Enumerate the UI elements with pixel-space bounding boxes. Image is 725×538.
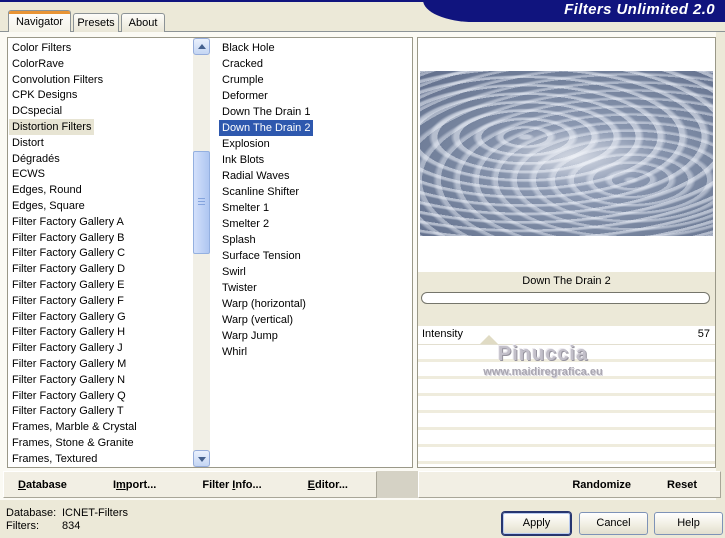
category-list-item[interactable]: Edges, Square bbox=[9, 198, 88, 214]
category-list-item[interactable]: Filter Factory Gallery M bbox=[9, 356, 129, 372]
toolbar-left: Database Import... Filter Info... Editor… bbox=[3, 471, 377, 498]
category-list-item[interactable]: Filter Factory Gallery E bbox=[9, 277, 127, 293]
filter-list-item[interactable]: Splash bbox=[219, 232, 259, 248]
toolbar-gap bbox=[377, 471, 418, 498]
filter-list-item[interactable]: Down The Drain 2 bbox=[219, 120, 314, 136]
filter-list-item[interactable]: Explosion bbox=[219, 136, 273, 152]
scrollbar-thumb[interactable] bbox=[193, 151, 210, 254]
toolbar-right: Randomize Reset bbox=[418, 471, 721, 498]
lists-panel: Color Filters ColorRave Convolution Filter… bbox=[7, 37, 413, 468]
database-status-value: ICNET-Filters bbox=[62, 507, 128, 519]
filter-info-button[interactable]: Filter Info... bbox=[202, 479, 261, 491]
apply-button[interactable]: Apply bbox=[502, 512, 571, 535]
cancel-button[interactable]: Cancel bbox=[579, 512, 648, 535]
filter-list-item[interactable]: Cracked bbox=[219, 56, 266, 72]
filter-list-item[interactable]: Warp (horizontal) bbox=[219, 296, 309, 312]
caption-block: Down The Drain 2 bbox=[418, 272, 715, 326]
reset-button[interactable]: Reset bbox=[667, 479, 697, 491]
filter-list-item[interactable]: Radial Waves bbox=[219, 168, 292, 184]
category-list-item[interactable]: Distortion Filters bbox=[9, 118, 95, 135]
filter-preview-image bbox=[420, 71, 713, 236]
filters-unlimited-dialog: Filters Unlimited 2.0 Navigator Presets … bbox=[0, 0, 725, 538]
category-list[interactable]: Color Filters ColorRave Convolution Filter… bbox=[9, 40, 192, 465]
navigator-tab-page: Color Filters ColorRave Convolution Filter… bbox=[0, 31, 725, 500]
filter-list-item[interactable]: Down The Drain 1 bbox=[219, 104, 313, 120]
category-list-item[interactable]: Distort bbox=[9, 135, 47, 151]
category-list-item[interactable]: Filter Factory Gallery D bbox=[9, 261, 128, 277]
category-list-item[interactable]: Frames, Textured bbox=[9, 451, 100, 465]
status-bar: Database: ICNET-Filters Filters: 834 App… bbox=[0, 500, 725, 538]
filter-list-item[interactable]: Black Hole bbox=[219, 40, 278, 56]
filter-list[interactable]: Black Hole Cracked Crumple Deformer Down The… bbox=[219, 40, 409, 465]
filter-list-item[interactable]: Surface Tension bbox=[219, 248, 304, 264]
category-list-item[interactable]: ColorRave bbox=[9, 56, 67, 72]
category-list-item[interactable]: Frames, Marble & Crystal bbox=[9, 419, 140, 435]
preview-caption: Down The Drain 2 bbox=[522, 275, 611, 287]
category-list-item[interactable]: Filter Factory Gallery N bbox=[9, 372, 128, 388]
tab-navigator[interactable]: Navigator bbox=[8, 10, 71, 32]
page-margin bbox=[716, 32, 725, 500]
category-list-item[interactable]: Filter Factory Gallery J bbox=[9, 340, 126, 356]
parameter-rows bbox=[418, 345, 715, 467]
filters-count-value: 834 bbox=[62, 520, 81, 532]
help-button[interactable]: Help bbox=[654, 512, 723, 535]
category-list-item[interactable]: Color Filters bbox=[9, 40, 74, 56]
filter-list-item[interactable]: Warp (vertical) bbox=[219, 312, 296, 328]
filter-list-item[interactable]: Smelter 2 bbox=[219, 216, 272, 232]
editor-button[interactable]: Editor... bbox=[308, 479, 348, 491]
category-list-item[interactable]: Convolution Filters bbox=[9, 72, 106, 88]
filter-list-item[interactable]: Scanline Shifter bbox=[219, 184, 302, 200]
title-banner: Filters Unlimited 2.0 bbox=[423, 0, 725, 22]
scroll-down-icon[interactable] bbox=[193, 450, 210, 467]
category-list-item[interactable]: ECWS bbox=[9, 166, 48, 182]
category-list-item[interactable]: Dégradés bbox=[9, 151, 63, 167]
filters-count-label: Filters: bbox=[6, 520, 39, 532]
randomize-button[interactable]: Randomize bbox=[572, 479, 631, 491]
intensity-label: Intensity bbox=[422, 328, 463, 340]
scroll-up-icon[interactable] bbox=[193, 38, 210, 55]
filter-list-item[interactable]: Deformer bbox=[219, 88, 271, 104]
category-list-item[interactable]: Edges, Round bbox=[9, 182, 85, 198]
category-list-item[interactable]: DCspecial bbox=[9, 103, 65, 119]
filter-list-item[interactable]: Ink Blots bbox=[219, 152, 267, 168]
category-list-item[interactable]: Frames, Stone & Granite bbox=[9, 435, 137, 451]
category-list-item[interactable]: Filter Factory Gallery C bbox=[9, 245, 128, 261]
filter-list-item[interactable]: Smelter 1 bbox=[219, 200, 272, 216]
intensity-slider-row[interactable]: Intensity 57 bbox=[418, 326, 715, 345]
category-list-item[interactable]: Filter Factory Gallery Q bbox=[9, 388, 129, 404]
category-list-item[interactable]: Filter Factory Gallery T bbox=[9, 403, 127, 419]
tab-about[interactable]: About bbox=[121, 13, 165, 32]
category-list-item[interactable]: Filter Factory Gallery F bbox=[9, 293, 127, 309]
preview-panel: Down The Drain 2 Intensity 57 Pinuccia w… bbox=[417, 37, 716, 468]
category-scrollbar[interactable] bbox=[193, 38, 210, 467]
filter-list-item[interactable]: Crumple bbox=[219, 72, 267, 88]
filter-list-item[interactable]: Whirl bbox=[219, 344, 250, 360]
tab-presets[interactable]: Presets bbox=[73, 13, 119, 32]
category-list-item[interactable]: Filter Factory Gallery A bbox=[9, 214, 127, 230]
import-button[interactable]: Import... bbox=[113, 479, 156, 491]
database-status-label: Database: bbox=[6, 507, 57, 519]
intensity-value: 57 bbox=[697, 328, 710, 340]
filter-list-item[interactable]: Swirl bbox=[219, 264, 249, 280]
intensity-thumb[interactable] bbox=[480, 335, 498, 344]
database-button[interactable]: Database bbox=[18, 479, 67, 491]
category-list-item[interactable]: Filter Factory Gallery G bbox=[9, 309, 129, 325]
progress-bar bbox=[421, 292, 710, 304]
app-title: Filters Unlimited 2.0 bbox=[564, 1, 715, 18]
filter-list-item[interactable]: Warp Jump bbox=[219, 328, 281, 344]
category-list-item[interactable]: Filter Factory Gallery B bbox=[9, 230, 127, 246]
filter-list-item[interactable]: Twister bbox=[219, 280, 260, 296]
category-list-item[interactable]: CPK Designs bbox=[9, 87, 80, 103]
category-list-item[interactable]: Filter Factory Gallery H bbox=[9, 324, 128, 340]
